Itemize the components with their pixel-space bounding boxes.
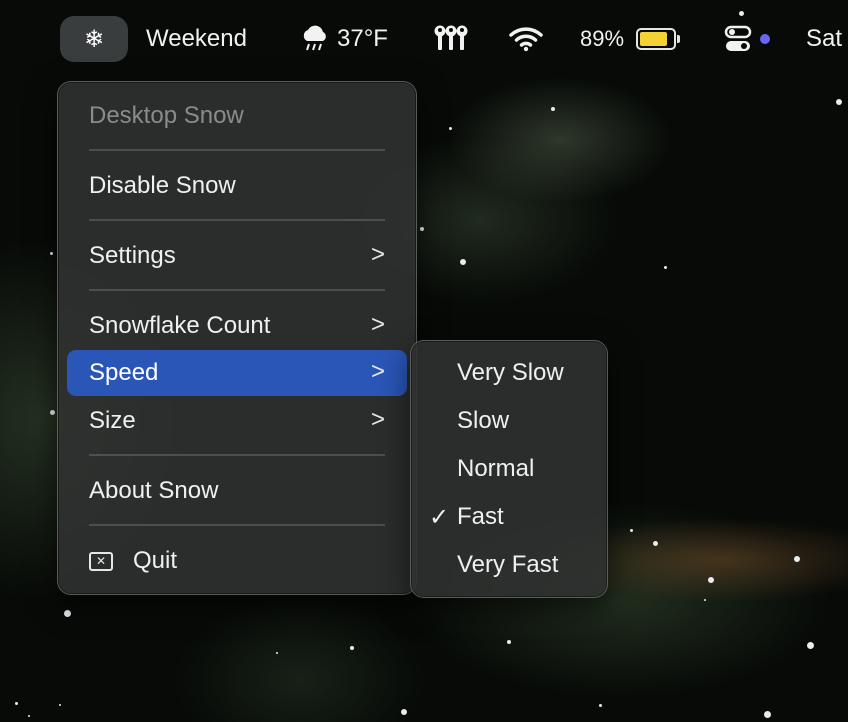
- menu-header-label: Desktop Snow: [89, 102, 244, 129]
- menu-item-quit[interactable]: ✕ Quit: [67, 538, 407, 584]
- speed-submenu: Very Slow Slow Normal ✓ Fast Very Fast: [410, 340, 608, 598]
- menu-item-about-snow[interactable]: About Snow: [67, 468, 407, 514]
- snow-dropdown-menu: Desktop Snow Disable Snow Settings > Sno…: [57, 81, 417, 595]
- speed-option-label: Slow: [457, 407, 510, 434]
- speed-option-very-fast[interactable]: Very Fast: [411, 542, 607, 588]
- chevron-right-icon: >: [370, 311, 385, 338]
- menu-item-label: Quit: [133, 547, 178, 574]
- menu-item-snowflake-count[interactable]: Snowflake Count >: [67, 303, 407, 349]
- clock-day[interactable]: Sat: [806, 22, 842, 56]
- speed-option-label: Fast: [457, 503, 504, 530]
- battery-level: [640, 32, 668, 46]
- menu-bar: ❄ Weekend 37°F 89% Sat: [0, 0, 848, 76]
- menu-item-speed[interactable]: Speed >: [67, 350, 407, 396]
- close-box-icon: ✕: [89, 551, 113, 571]
- speed-option-label: Very Slow: [457, 359, 564, 386]
- menu-separator: [89, 149, 385, 151]
- menu-item-label: About Snow: [89, 477, 219, 504]
- weekend-label[interactable]: Weekend: [146, 22, 247, 56]
- menu-item-size[interactable]: Size >: [67, 398, 407, 444]
- battery-icon: [636, 28, 677, 50]
- speed-option-normal[interactable]: Normal: [411, 446, 607, 492]
- weather-item[interactable]: 37°F: [299, 22, 388, 56]
- battery-tip: [677, 35, 681, 43]
- control-center-item[interactable]: [724, 22, 754, 56]
- menu-separator: [89, 454, 385, 456]
- wifi-menu-item[interactable]: [509, 22, 543, 56]
- siri-dot[interactable]: [760, 34, 770, 44]
- temperature-label: 37°F: [337, 25, 388, 52]
- keys-menu-item[interactable]: [432, 22, 470, 56]
- keys-icon: [434, 25, 468, 50]
- menu-separator: [89, 219, 385, 221]
- battery-percent: 89%: [580, 26, 625, 51]
- menu-item-disable-snow[interactable]: Disable Snow: [67, 163, 407, 209]
- menu-item-label: Disable Snow: [89, 172, 236, 199]
- chevron-right-icon: >: [370, 358, 385, 385]
- speed-option-label: Normal: [457, 455, 535, 482]
- snowflake-icon: ❄: [83, 25, 105, 53]
- menu-separator: [89, 524, 385, 526]
- wifi-icon: [509, 27, 543, 52]
- speed-option-label: Very Fast: [457, 551, 559, 578]
- menu-item-settings[interactable]: Settings >: [67, 233, 407, 279]
- chevron-right-icon: >: [370, 406, 385, 433]
- menu-item-label: Snowflake Count: [89, 312, 271, 339]
- snow-menu-button[interactable]: ❄: [60, 16, 128, 62]
- menu-item-label: Size: [89, 407, 136, 434]
- battery-menu-item[interactable]: 89%: [580, 22, 681, 56]
- speed-option-slow[interactable]: Slow: [411, 398, 607, 444]
- speed-option-fast[interactable]: ✓ Fast: [411, 494, 607, 540]
- speed-option-very-slow[interactable]: Very Slow: [411, 350, 607, 396]
- menu-item-label: Settings: [89, 242, 176, 269]
- chevron-right-icon: >: [370, 241, 385, 268]
- menu-header: Desktop Snow: [67, 93, 407, 139]
- rain-cloud-icon: [303, 25, 326, 51]
- menu-separator: [89, 289, 385, 291]
- checkmark-icon: ✓: [429, 503, 450, 531]
- control-center-icon: [724, 25, 752, 51]
- menu-item-label: Speed: [89, 359, 159, 386]
